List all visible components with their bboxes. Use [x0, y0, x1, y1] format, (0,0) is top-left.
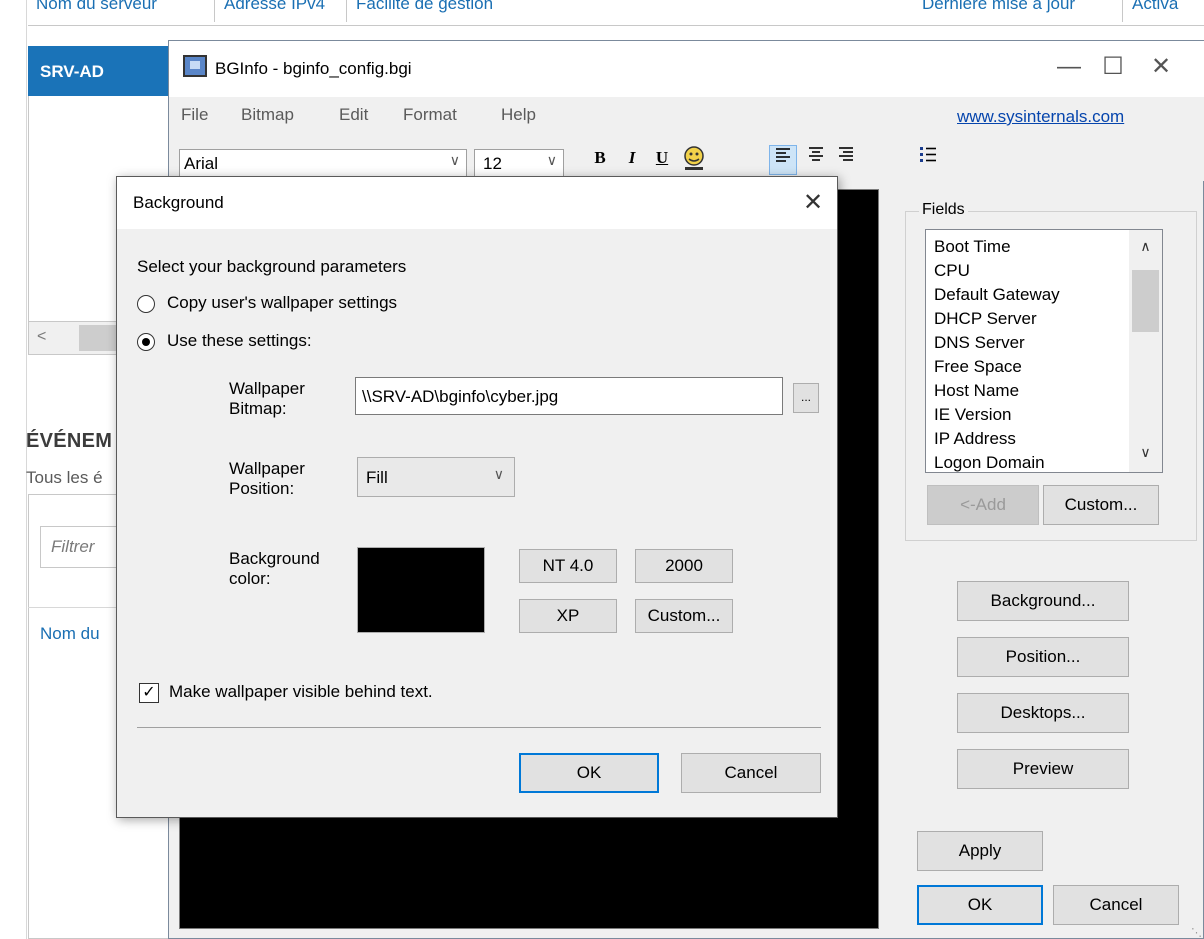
- radio-use-settings[interactable]: [137, 333, 155, 351]
- wallpaper-position-select[interactable]: Fill ∨: [357, 457, 515, 497]
- server-manager-left-edge: [0, 0, 27, 939]
- bginfo-titlebar[interactable]: BGInfo - bginfo_config.bgi — ☐ ✕: [169, 41, 1204, 97]
- bginfo-window-title: BGInfo - bginfo_config.bgi: [215, 59, 412, 78]
- chevron-down-icon: ∨: [449, 152, 460, 168]
- server-row-selected[interactable]: SRV-AD: [28, 46, 168, 96]
- align-center-icon[interactable]: [803, 145, 829, 173]
- fields-scrollbar[interactable]: ∧ ∨: [1129, 230, 1162, 472]
- font-size-select[interactable]: 12 ∨: [474, 149, 564, 179]
- scroll-thumb[interactable]: [1132, 270, 1159, 332]
- font-size-value: 12: [483, 154, 502, 173]
- chevron-down-icon[interactable]: ∨: [1129, 444, 1162, 461]
- column-header-activation[interactable]: Activa: [1132, 0, 1178, 14]
- list-item[interactable]: IP Address: [926, 427, 1162, 451]
- list-item[interactable]: Host Name: [926, 379, 1162, 403]
- preset-xp-button[interactable]: XP: [519, 599, 617, 633]
- menu-help[interactable]: Help: [501, 105, 536, 125]
- maximize-icon[interactable]: ☐: [1091, 47, 1135, 87]
- chevron-down-icon: ∨: [546, 152, 557, 168]
- italic-button[interactable]: I: [619, 145, 645, 173]
- chevron-up-icon[interactable]: ∧: [1129, 238, 1162, 255]
- column-header-manageability[interactable]: Facilité de gestion: [356, 0, 493, 14]
- desktops-button[interactable]: Desktops...: [957, 693, 1129, 733]
- wallpaper-bitmap-input[interactable]: \\SRV-AD\bginfo\cyber.jpg: [355, 377, 783, 415]
- column-separator: [346, 0, 347, 22]
- browse-button[interactable]: ...: [793, 383, 819, 413]
- background-color-swatch[interactable]: [357, 547, 485, 633]
- column-separator: [214, 0, 215, 22]
- underline-button[interactable]: U: [649, 145, 675, 173]
- align-left-icon[interactable]: [769, 145, 797, 175]
- menu-file[interactable]: File: [181, 105, 208, 125]
- apply-button[interactable]: Apply: [917, 831, 1043, 871]
- wallpaper-bitmap-label: Wallpaper Bitmap:: [229, 379, 305, 418]
- column-header-server-name[interactable]: Nom du serveur: [36, 0, 157, 14]
- wallpaper-visible-checkbox[interactable]: ✓: [139, 683, 159, 703]
- dialog-cancel-button[interactable]: Cancel: [681, 753, 821, 793]
- list-item[interactable]: CPU: [926, 259, 1162, 283]
- dialog-prompt: Select your background parameters: [137, 257, 407, 276]
- sysinternals-link[interactable]: www.sysinternals.com: [957, 107, 1124, 127]
- scroll-left-icon[interactable]: <: [37, 328, 46, 346]
- background-button[interactable]: Background...: [957, 581, 1129, 621]
- cancel-button[interactable]: Cancel: [1053, 885, 1179, 925]
- events-column-server-name[interactable]: Nom du: [40, 624, 100, 644]
- column-separator: [1122, 0, 1123, 22]
- custom-field-button[interactable]: Custom...: [1043, 485, 1159, 525]
- events-section-title: ÉVÉNEM: [26, 430, 113, 452]
- menu-format[interactable]: Format: [403, 105, 457, 125]
- list-item[interactable]: DNS Server: [926, 331, 1162, 355]
- background-color-label: Background color:: [229, 549, 320, 588]
- font-name-value: Arial: [184, 154, 219, 173]
- server-list-header: Nom du serveur Adresse IPv4 Facilité de …: [28, 0, 1204, 26]
- font-name-select[interactable]: Arial ∨: [179, 149, 467, 179]
- format-toolbar: Arial ∨ 12 ∨ B I U: [169, 135, 1204, 181]
- column-header-last-update[interactable]: Dernière mise à jour: [922, 0, 1075, 14]
- dialog-divider: [137, 727, 821, 728]
- size-grip-icon[interactable]: ⋱: [1191, 926, 1202, 939]
- wallpaper-position-value: Fill: [366, 468, 388, 487]
- radio-copy-label[interactable]: Copy user's wallpaper settings: [167, 293, 397, 313]
- fields-listbox[interactable]: Boot Time CPU Default Gateway DHCP Serve…: [925, 229, 1163, 473]
- menu-bar: File Bitmap Edit Format Help www.sysinte…: [169, 97, 1204, 135]
- background-dialog: Background ✕ Select your background para…: [116, 176, 838, 818]
- minimize-icon[interactable]: —: [1047, 47, 1091, 87]
- preset-custom-button[interactable]: Custom...: [635, 599, 733, 633]
- bold-button[interactable]: B: [587, 145, 613, 173]
- bginfo-app-icon: [183, 55, 207, 77]
- text-color-icon[interactable]: [681, 145, 707, 173]
- radio-use-label[interactable]: Use these settings:: [167, 331, 312, 351]
- column-header-ipv4[interactable]: Adresse IPv4: [224, 0, 325, 14]
- preset-2000-button[interactable]: 2000: [635, 549, 733, 583]
- fields-label: Fields: [919, 201, 968, 219]
- events-subtitle: Tous les é: [26, 468, 103, 487]
- dialog-ok-button[interactable]: OK: [519, 753, 659, 793]
- add-field-button[interactable]: <-Add: [927, 485, 1039, 525]
- chevron-down-icon: ∨: [493, 466, 504, 482]
- radio-copy-wallpaper[interactable]: [137, 295, 155, 313]
- list-item[interactable]: Logon Domain: [926, 451, 1162, 472]
- list-item[interactable]: Free Space: [926, 355, 1162, 379]
- menu-bitmap[interactable]: Bitmap: [241, 105, 294, 125]
- menu-edit[interactable]: Edit: [339, 105, 368, 125]
- dialog-titlebar[interactable]: Background ✕: [117, 177, 837, 229]
- align-right-icon[interactable]: [833, 145, 859, 173]
- preview-button[interactable]: Preview: [957, 749, 1129, 789]
- preset-nt4-button[interactable]: NT 4.0: [519, 549, 617, 583]
- close-icon[interactable]: ✕: [793, 185, 833, 221]
- wallpaper-position-label: Wallpaper Position:: [229, 459, 305, 498]
- position-button[interactable]: Position...: [957, 637, 1129, 677]
- bullet-list-icon[interactable]: [915, 145, 941, 173]
- wallpaper-visible-label[interactable]: Make wallpaper visible behind text.: [169, 682, 433, 702]
- dialog-title: Background: [133, 193, 224, 212]
- list-item[interactable]: IE Version: [926, 403, 1162, 427]
- list-item[interactable]: DHCP Server: [926, 307, 1162, 331]
- list-item[interactable]: Boot Time: [926, 235, 1162, 259]
- close-icon[interactable]: ✕: [1139, 47, 1183, 87]
- ok-button[interactable]: OK: [917, 885, 1043, 925]
- list-item[interactable]: Default Gateway: [926, 283, 1162, 307]
- radio-selected-dot: [142, 338, 150, 346]
